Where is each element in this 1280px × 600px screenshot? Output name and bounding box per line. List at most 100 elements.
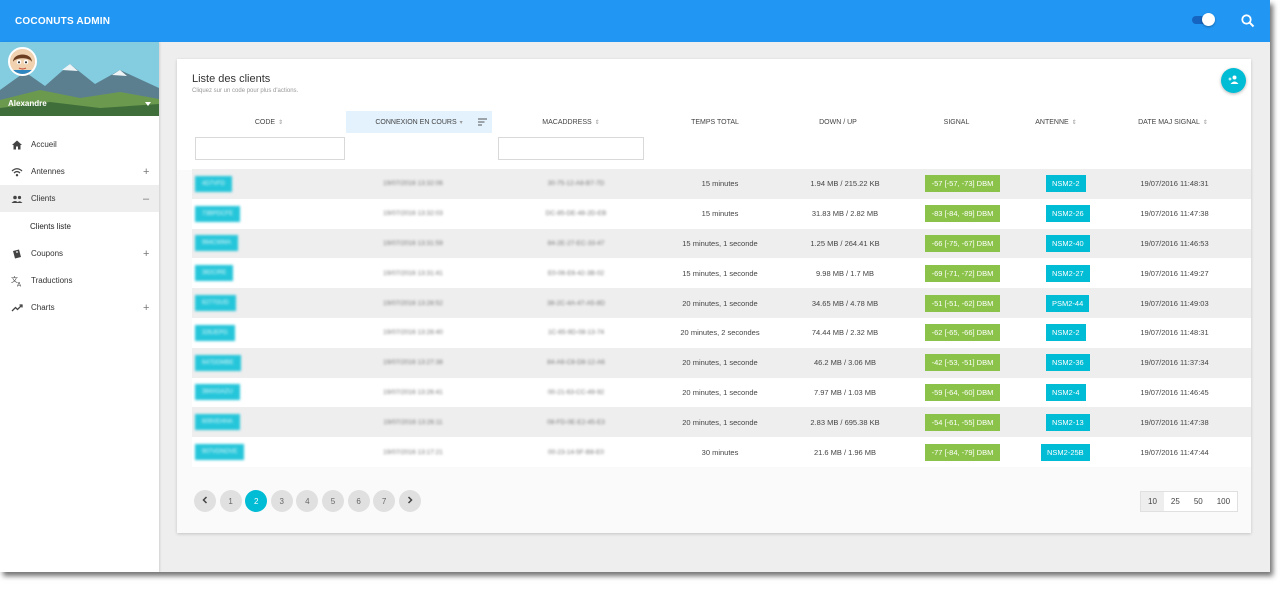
minus-icon[interactable]: – <box>143 193 149 205</box>
antenne-badge[interactable]: NSM2-4 <box>1046 383 1086 401</box>
column-header-macaddress[interactable]: MACADDRESS ⇕ <box>492 111 650 133</box>
page-button[interactable]: 5 <box>321 490 344 512</box>
table-row: 907VDNOVE 19/07/2016 13:17:21 00-23-14-5F-… <box>192 437 1251 467</box>
sort-desc-icon: ▾ <box>459 119 463 126</box>
down-up-cell: 34.65 MB / 4.78 MB <box>811 298 879 308</box>
sidebar-item-coupons[interactable]: Coupons + <box>0 240 159 267</box>
plus-icon[interactable]: + <box>143 302 149 314</box>
signal-badge: -66 [-75, -67] DBM <box>925 234 1000 252</box>
signal-badge: -69 [-71, -72] DBM <box>925 264 1000 282</box>
sidebar-menu: Accueil Antennes + Clients – Clients lis… <box>0 131 159 321</box>
page-button[interactable]: 1 <box>219 490 242 512</box>
column-header-signal: SIGNAL <box>943 118 970 126</box>
signal-badge: -62 [-65, -66] DBM <box>925 324 1000 342</box>
sidebar-item-antennes[interactable]: Antennes + <box>0 158 159 185</box>
date-maj-signal-cell: 19/07/2016 11:48:31 <box>1140 179 1209 189</box>
antenne-badge[interactable]: NSM2-26 <box>1046 205 1090 223</box>
down-up-cell: 9.98 MB / 1.7 MB <box>816 268 874 278</box>
chevron-down-icon[interactable] <box>145 102 151 106</box>
page-size-option[interactable]: 10 <box>1141 492 1164 511</box>
temps-total-cell: 30 minutes <box>701 447 739 457</box>
antenne-badge[interactable]: NSM2-13 <box>1046 413 1090 431</box>
sidebar-item-clients[interactable]: Clients – <box>0 185 159 212</box>
table-row: 6277GUD 19/07/2016 13:28:52 38-2C-4A-47-A5… <box>192 288 1251 318</box>
antenne-badge[interactable]: PSM2-44 <box>1046 294 1090 312</box>
antenne-badge[interactable]: NSM2-2 <box>1046 324 1086 342</box>
sidebar-item-charts[interactable]: Charts + <box>0 294 159 321</box>
connexion-cell: 19/07/2016 13:32:03 <box>383 210 443 218</box>
column-header-code[interactable]: CODE ⇕ <box>192 111 346 133</box>
page-size-selector: 10 25 50 100 <box>1140 491 1239 512</box>
column-header-temps-total: TEMPS TOTAL <box>691 118 739 126</box>
client-code-chip[interactable]: 647DDMBE <box>195 354 241 371</box>
sidebar: Alexandre Accueil Antennes + Clients – C… <box>0 42 159 572</box>
page-button[interactable]: 3 <box>270 490 293 512</box>
table-row: 647DDMBE 19/07/2016 13:27:38 84-A6-C8-D8-1… <box>192 347 1251 378</box>
macaddress-cell: 84-A6-C8-D8-12-A6 <box>547 359 605 367</box>
table-row: 73BPDCFE 19/07/2016 13:32:03 DC-85-DE-48-2… <box>192 198 1251 229</box>
antenne-badge[interactable]: NSM2-25B <box>1041 443 1090 461</box>
code-filter-input[interactable] <box>195 137 345 160</box>
add-user-button[interactable] <box>1221 68 1246 93</box>
toggle-switch-icon[interactable] <box>1192 13 1216 26</box>
card-header: Liste des clients Cliquez sur un code po… <box>177 59 1251 170</box>
prev-page-button[interactable] <box>194 490 216 512</box>
page-size-option[interactable]: 50 <box>1187 492 1210 511</box>
table-row: 4D7VFD 19/07/2016 13:32:06 30-75-12-A8-B7-… <box>192 169 1251 199</box>
next-page-button[interactable] <box>398 490 421 512</box>
sidebar-subitem-clients-liste[interactable]: Clients liste <box>0 212 159 240</box>
client-code-chip[interactable]: 326JEPG <box>195 324 235 341</box>
client-code-chip[interactable]: 4D7VFD <box>195 175 233 192</box>
client-code-chip[interactable]: 609VEHHA <box>195 414 240 431</box>
antenne-badge[interactable]: NSM2-2 <box>1046 175 1086 193</box>
sidebar-item-accueil[interactable]: Accueil <box>0 131 159 158</box>
page-size-option[interactable]: 25 <box>1164 492 1187 511</box>
macaddress-filter-input[interactable] <box>498 137 644 160</box>
down-up-cell: 1.25 MB / 264.41 KB <box>810 238 880 248</box>
column-header-date-maj-signal[interactable]: DATE MAJ SIGNAL ⇕ <box>1095 111 1251 133</box>
page-button-current[interactable]: 2 <box>245 490 268 512</box>
date-maj-signal-cell: 19/07/2016 11:47:44 <box>1140 447 1209 457</box>
page-button[interactable]: 4 <box>296 490 319 512</box>
signal-badge: -54 [-61, -55] DBM <box>925 413 1000 431</box>
date-maj-signal-cell: 19/07/2016 11:49:03 <box>1140 298 1209 308</box>
client-code-chip[interactable]: 384XGAZU <box>195 384 240 401</box>
filter-icon[interactable] <box>478 118 487 126</box>
client-code-chip[interactable]: 964CWMA <box>195 235 239 252</box>
clients-table-header: CODE ⇕ CONNEXION EN COURS ▾ MACADDRESS ⇕ TE… <box>192 111 1251 164</box>
user-profile-header[interactable]: Alexandre <box>0 42 159 116</box>
connexion-cell: 19/07/2016 13:27:38 <box>383 359 443 367</box>
table-row: 964CWMA 19/07/2016 13:31:59 84-2E-27-EC-33… <box>192 228 1251 259</box>
temps-total-cell: 20 minutes, 1 seconde <box>682 387 758 397</box>
search-icon[interactable] <box>1240 13 1256 29</box>
temps-total-cell: 20 minutes, 1 seconde <box>682 298 758 308</box>
plus-icon[interactable]: + <box>143 166 149 178</box>
column-header-antenne[interactable]: ANTENNE ⇕ <box>1017 111 1095 133</box>
client-code-chip[interactable]: 907VDNOVE <box>195 444 245 461</box>
sidebar-item-traductions[interactable]: 文A Traductions <box>0 267 159 294</box>
date-maj-signal-cell: 19/07/2016 11:47:38 <box>1140 209 1209 219</box>
antenne-badge[interactable]: NSM2-36 <box>1046 354 1090 372</box>
client-code-chip[interactable]: 382CIRE <box>195 265 234 282</box>
client-code-chip[interactable]: 73BPDCFE <box>195 205 241 222</box>
page-title: Liste des clients <box>192 73 271 85</box>
page-button[interactable]: 7 <box>373 490 396 512</box>
antenne-badge[interactable]: NSM2-40 <box>1046 234 1090 252</box>
connexion-cell: 19/07/2016 13:26:41 <box>383 388 443 396</box>
down-up-cell: 21.6 MB / 1.96 MB <box>813 447 877 457</box>
column-header-connexion[interactable]: CONNEXION EN COURS ▾ <box>346 111 492 133</box>
svg-text:A: A <box>17 282 22 288</box>
translate-icon: 文A <box>11 275 23 289</box>
macaddress-cell: 30-75-12-A8-B7-7D <box>547 180 605 188</box>
antenne-badge[interactable]: NSM2-27 <box>1046 264 1090 282</box>
temps-total-cell: 15 minutes, 1 seconde <box>682 238 758 248</box>
page-size-option[interactable]: 100 <box>1210 492 1237 511</box>
macaddress-cell: 38-2C-4A-47-A5-8D <box>547 299 605 307</box>
signal-badge: -51 [-51, -62] DBM <box>925 294 1000 312</box>
sort-icon: ⇕ <box>1202 119 1208 126</box>
macaddress-cell: 00-21-63-CC-49-92 <box>547 388 605 396</box>
client-code-chip[interactable]: 6277GUD <box>195 295 236 312</box>
page-button[interactable]: 6 <box>347 490 370 512</box>
plus-icon[interactable]: + <box>143 248 149 260</box>
user-name: Alexandre <box>8 99 47 108</box>
